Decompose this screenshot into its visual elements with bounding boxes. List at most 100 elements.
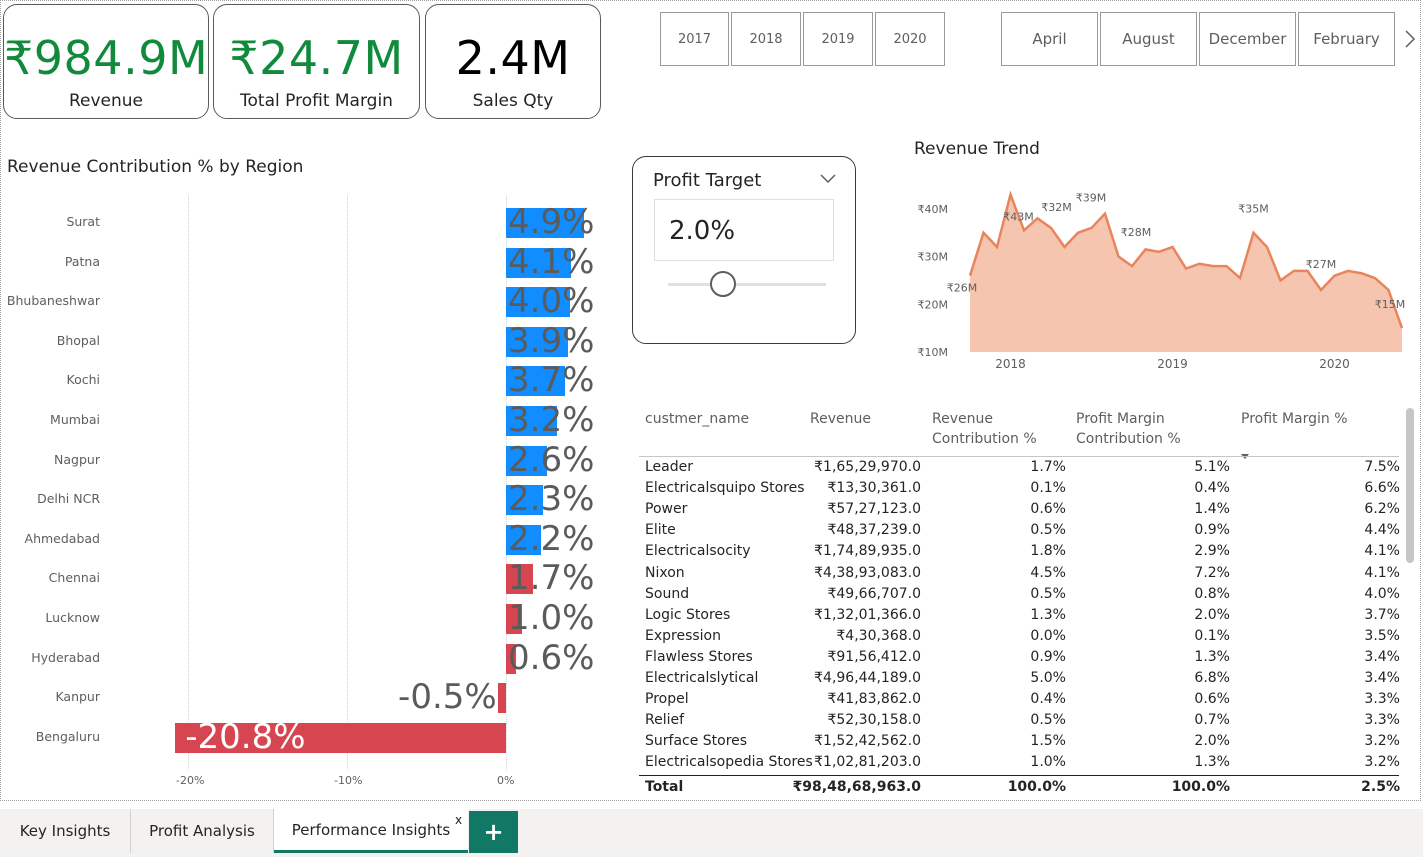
table-cell: 1.5% — [1030, 733, 1066, 750]
month-slicer-april[interactable]: April — [1001, 12, 1098, 66]
table-cell: Electricalsocity — [645, 543, 751, 560]
table-row[interactable]: Flawless Stores ₹91,56,412.0 0.9% 1.3% 3.4% — [639, 647, 1400, 668]
region-chart-title: Revenue Contribution % by Region — [7, 157, 304, 177]
table-row[interactable]: Surface Stores ₹1,52,42,562.0 1.5% 2.0% 3.2% — [639, 731, 1400, 752]
chevron-right-icon[interactable] — [1402, 28, 1418, 50]
region-bar[interactable] — [498, 683, 506, 714]
table-row[interactable]: Electricalsocity ₹1,74,89,935.0 1.8% 2.9% 4.… — [639, 541, 1400, 562]
x-tick-label: 2018 — [995, 357, 1026, 371]
table-row[interactable]: Relief ₹52,30,158.0 0.5% 0.7% 3.3% — [639, 710, 1400, 731]
region-label: Hyderabad — [31, 649, 100, 665]
year-slicer-2019[interactable]: 2019 — [803, 12, 873, 66]
table-cell: 0.0% — [1030, 627, 1066, 644]
table-cell: 7.5% — [1364, 459, 1400, 475]
table-scrollbar[interactable] — [1406, 408, 1414, 563]
column-header-revenue-contribution[interactable]: Revenue Contribution % — [932, 409, 1042, 449]
slider-track[interactable] — [668, 283, 826, 286]
column-header-profit-margin-pct[interactable]: Profit Margin % — [1241, 409, 1348, 429]
year-slicer-2017[interactable]: 2017 — [660, 12, 729, 66]
table-row[interactable]: Sound ₹49,66,707.0 0.5% 0.8% 4.0% — [639, 584, 1400, 605]
table-cell: 0.4% — [1194, 480, 1230, 497]
table-cell: 1.3% — [1194, 754, 1230, 771]
table-cell: 0.7% — [1194, 712, 1230, 729]
table-cell: 0.1% — [1030, 480, 1066, 497]
kpi-card-profit-margin[interactable]: ₹24.7M Total Profit Margin — [213, 4, 420, 119]
table-cell: ₹57,27,123.0 — [827, 501, 921, 518]
kpi-card-revenue[interactable]: ₹984.9M Revenue — [3, 4, 209, 119]
profit-target-slicer[interactable]: Profit Target 2.0% — [632, 156, 856, 344]
table-cell: ₹1,32,01,366.0 — [814, 606, 921, 623]
total-label: Total — [645, 779, 684, 795]
bar-data-label: -20.8% — [185, 716, 306, 757]
y-tick-label: ₹40M — [918, 203, 949, 216]
year-slicer-2018[interactable]: 2018 — [731, 12, 801, 66]
table-cell: Logic Stores — [645, 606, 731, 623]
y-tick-label: ₹30M — [918, 251, 949, 264]
region-label: Bengaluru — [35, 728, 100, 744]
bar-data-label: 4.9% — [508, 202, 595, 242]
table-cell: ₹4,30,368.0 — [836, 627, 921, 644]
table-row[interactable]: Elite ₹48,37,239.0 0.5% 0.9% 4.4% — [639, 520, 1400, 541]
month-slicer-february[interactable]: February — [1298, 12, 1395, 66]
profit-target-input[interactable]: 2.0% — [654, 199, 834, 261]
region-label: Surat — [66, 214, 100, 229]
x-tick-label: 0% — [497, 774, 515, 787]
table-cell: Relief — [645, 712, 685, 729]
bar-data-label: -0.5% — [398, 677, 497, 718]
table-cell: ₹1,65,29,970.0 — [814, 459, 921, 475]
revenue-trend-title: Revenue Trend — [914, 139, 1040, 159]
x-tick-label: 2019 — [1157, 357, 1188, 371]
trend-data-label: ₹26M — [947, 282, 978, 295]
table-cell: ₹41,83,862.0 — [827, 691, 921, 708]
trend-data-label: ₹15M — [1375, 298, 1406, 311]
table-row[interactable]: Leader ₹1,65,29,970.0 1.7% 5.1% 7.5% — [639, 457, 1400, 478]
slider-thumb[interactable] — [710, 271, 736, 297]
table-cell: Propel — [645, 691, 689, 708]
table-cell: Electricalslytical — [645, 670, 759, 686]
total-revenue-contribution: 100.0% — [1007, 779, 1066, 795]
add-page-button[interactable]: + — [469, 811, 518, 853]
bar-data-label: 3.9% — [508, 320, 595, 361]
table-cell: Expression — [645, 627, 721, 644]
tab-performance-insights[interactable]: Performance Insights — [274, 809, 468, 853]
table-row[interactable]: Nixon ₹4,38,93,083.0 4.5% 7.2% 4.1% — [639, 563, 1400, 584]
table-cell: Surface Stores — [645, 733, 748, 750]
close-tab-icon[interactable]: x — [455, 813, 462, 827]
trend-data-label: ₹32M — [1041, 201, 1072, 214]
year-slicer-2020[interactable]: 2020 — [875, 12, 945, 66]
column-header-revenue[interactable]: Revenue — [810, 409, 871, 429]
table-cell: ₹4,38,93,083.0 — [814, 564, 921, 581]
table-cell: 0.1% — [1194, 627, 1230, 644]
region-label: Patna — [64, 253, 100, 269]
table-cell: Elite — [645, 522, 676, 539]
tab-key-insights[interactable]: Key Insights — [0, 809, 131, 853]
trend-data-label: ₹39M — [1076, 192, 1107, 205]
table-cell: 1.3% — [1030, 606, 1066, 623]
table-row[interactable]: Expression ₹4,30,368.0 0.0% 0.1% 3.5% — [639, 626, 1400, 647]
table-cell: 0.4% — [1030, 691, 1066, 708]
table-cell: 6.8% — [1194, 670, 1230, 686]
table-row[interactable]: Logic Stores ₹1,32,01,366.0 1.3% 2.0% 3.7% — [639, 605, 1400, 626]
table-cell: ₹1,74,89,935.0 — [814, 543, 921, 560]
kpi-label: Sales Qty — [472, 91, 554, 111]
table-cell: 0.6% — [1194, 691, 1230, 708]
table-row[interactable]: Electricalslytical ₹4,96,44,189.0 5.0% 6.8%… — [639, 668, 1400, 689]
profit-target-value: 2.0% — [669, 216, 736, 246]
tab-profit-analysis[interactable]: Profit Analysis — [131, 809, 274, 853]
x-tick-label: -10% — [334, 774, 363, 787]
trend-data-label: ₹28M — [1121, 226, 1152, 239]
table-cell: ₹91,56,412.0 — [827, 648, 921, 665]
table-row[interactable]: Electricalsquipo Stores ₹13,30,361.0 0.1% 0… — [639, 478, 1400, 499]
grid-line — [347, 195, 348, 770]
table-row[interactable]: Propel ₹41,83,862.0 0.4% 0.6% 3.3% — [639, 689, 1400, 710]
region-label: Bhubaneshwar — [6, 293, 100, 309]
bar-data-label: 3.7% — [508, 360, 595, 401]
table-row[interactable]: Power ₹57,27,123.0 0.6% 1.4% 6.2% — [639, 499, 1400, 520]
table-row[interactable]: Electricalsopedia Stores ₹1,02,81,203.0 1.… — [639, 752, 1400, 773]
month-slicer-december[interactable]: December — [1199, 12, 1296, 66]
chevron-down-icon[interactable] — [819, 171, 837, 185]
column-header-customer[interactable]: custmer_name — [645, 409, 749, 429]
kpi-card-sales-qty[interactable]: 2.4M Sales Qty — [425, 4, 601, 119]
month-slicer-august[interactable]: August — [1100, 12, 1197, 66]
column-header-profit-margin-contribution[interactable]: Profit Margin Contribution % — [1076, 409, 1188, 449]
